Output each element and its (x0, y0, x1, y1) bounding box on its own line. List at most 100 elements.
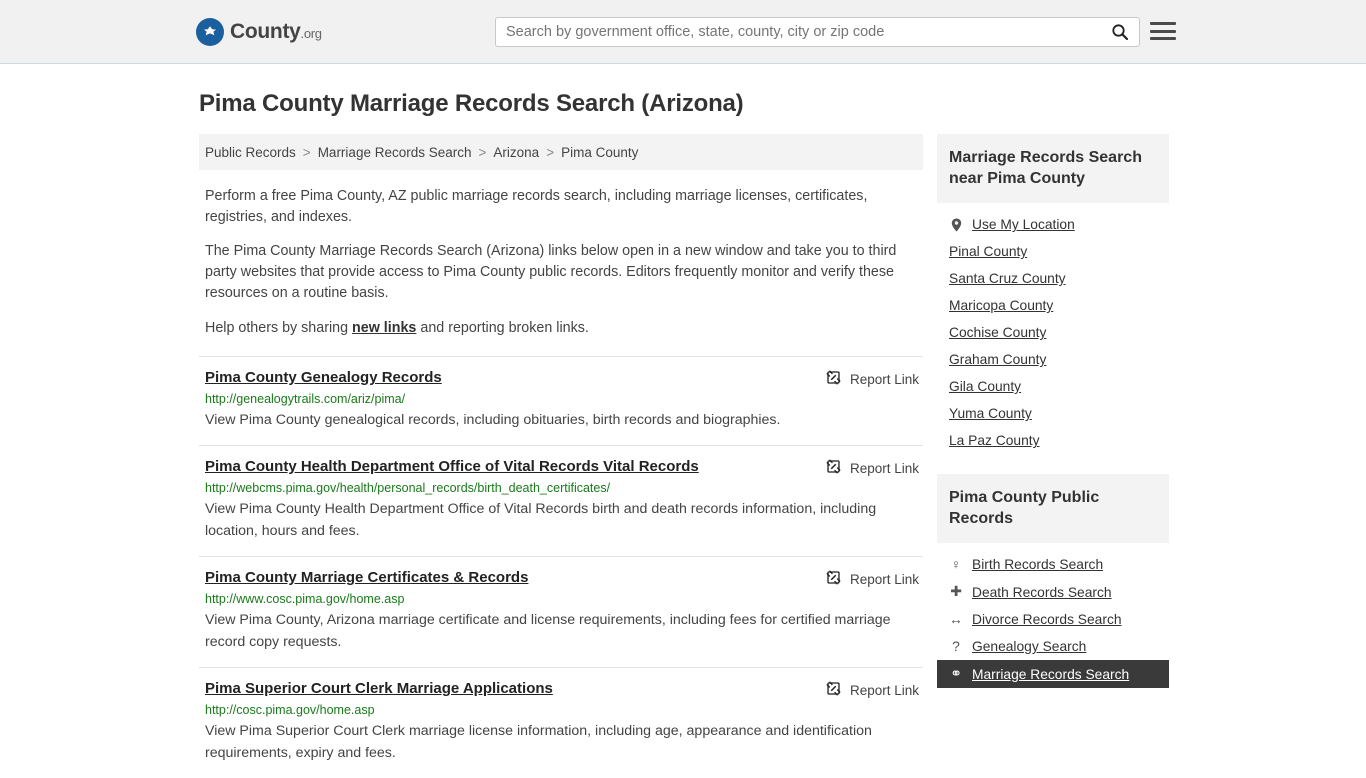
site-header: County.org (0, 0, 1366, 64)
broken-link-icon (825, 458, 842, 478)
result-item: Pima County Health Department Office of … (199, 445, 923, 556)
site-logo[interactable]: County.org (196, 17, 322, 46)
report-link-button[interactable]: Report Link (825, 369, 919, 389)
search-icon (1112, 24, 1129, 41)
sidebar-item-death-records-search[interactable]: ✚ Death Records Search (937, 578, 1169, 606)
broken-link-icon (825, 369, 842, 389)
split-arrow-icon: ↔ (949, 612, 963, 628)
nearby-searches-list: Use My Location Pinal County Santa Cruz … (937, 203, 1169, 458)
result-title-link[interactable]: Pima Superior Court Clerk Marriage Appli… (205, 680, 553, 697)
result-description: View Pima County Health Department Offic… (205, 501, 877, 540)
logo-name: County (230, 19, 301, 43)
result-item: Pima Superior Court Clerk Marriage Appli… (199, 667, 923, 778)
rings-icon: ⚭ (950, 666, 962, 682)
location-pin-icon (949, 218, 963, 232)
sidebar-item-yuma-county[interactable]: Yuma County (937, 400, 1169, 427)
cross-icon: ✚ (950, 584, 962, 600)
result-description: View Pima County genealogical records, i… (205, 412, 781, 429)
broken-link-icon (825, 680, 842, 700)
breadcrumb-item-public-records[interactable]: Public Records (205, 145, 296, 160)
search-bar[interactable] (495, 17, 1140, 47)
breadcrumb: Public Records > Marriage Records Search… (199, 134, 923, 170)
sidebar: Marriage Records Search near Pima County… (937, 134, 1169, 692)
result-description: View Pima County, Arizona marriage certi… (205, 612, 891, 651)
intro-paragraph-2: The Pima County Marriage Records Search … (205, 243, 897, 301)
sidebar-item-label[interactable]: Santa Cruz County (949, 271, 1066, 286)
broken-link-icon (825, 569, 842, 589)
result-list: Pima County Genealogy Records http://gen… (199, 356, 923, 778)
question-mark-icon: ? (952, 639, 960, 655)
result-url[interactable]: http://www.cosc.pima.gov/home.asp (205, 592, 917, 606)
sidebar-item-label[interactable]: Yuma County (949, 406, 1032, 421)
public-records-card: Pima County Public Records ♀ Birth Recor… (937, 474, 1169, 692)
sidebar-item-marriage-records-search[interactable]: ⚭ Marriage Records Search (937, 660, 1169, 689)
sidebar-item-label[interactable]: Maricopa County (949, 298, 1053, 313)
public-records-list: ♀ Birth Records Search ✚ Death Records S… (937, 543, 1169, 692)
result-description: View Pima Superior Court Clerk marriage … (205, 723, 872, 762)
sidebar-item-gila-county[interactable]: Gila County (937, 373, 1169, 400)
page-body: Pima County Marriage Records Search (Ari… (0, 90, 1366, 778)
sidebar-item-la-paz-county[interactable]: La Paz County (937, 427, 1169, 454)
breadcrumb-separator: > (478, 144, 487, 160)
result-url[interactable]: http://genealogytrails.com/ariz/pima/ (205, 392, 917, 406)
sidebar-item-label[interactable]: La Paz County (949, 433, 1040, 448)
report-link-label: Report Link (849, 682, 919, 698)
content-area: Public Records > Marriage Records Search… (199, 134, 1169, 778)
sidebar-item-label[interactable]: Cochise County (949, 325, 1046, 340)
sidebar-item-graham-county[interactable]: Graham County (937, 346, 1169, 373)
logo-suffix: .org (300, 25, 323, 41)
sidebar-item-use-my-location[interactable]: Use My Location (937, 211, 1169, 238)
sidebar-item-label[interactable]: Genealogy Search (972, 639, 1086, 654)
breadcrumb-item-marriage-records-search[interactable]: Marriage Records Search (318, 145, 472, 160)
sidebar-item-cochise-county[interactable]: Cochise County (937, 319, 1169, 346)
report-link-button[interactable]: Report Link (825, 458, 919, 478)
breadcrumb-item-arizona[interactable]: Arizona (493, 145, 539, 160)
sidebar-item-label[interactable]: Death Records Search (972, 585, 1112, 600)
sidebar-item-label[interactable]: Divorce Records Search (972, 612, 1122, 627)
search-button[interactable] (1101, 18, 1139, 46)
result-url[interactable]: http://webcms.pima.gov/health/personal_r… (205, 481, 917, 495)
eagle-seal-icon (196, 17, 224, 46)
sidebar-item-label[interactable]: Marriage Records Search (972, 667, 1129, 682)
logo-text: County.org (230, 20, 322, 44)
sidebar-item-label[interactable]: Pinal County (949, 244, 1027, 259)
sidebar-item-divorce-records-search[interactable]: ↔ Divorce Records Search (937, 606, 1169, 633)
result-item: Pima County Marriage Certificates & Reco… (199, 556, 923, 667)
share-text-after: and reporting broken links. (416, 319, 589, 336)
sidebar-item-label[interactable]: Graham County (949, 352, 1046, 367)
result-title-link[interactable]: Pima County Marriage Certificates & Reco… (205, 569, 528, 586)
sidebar-item-birth-records-search[interactable]: ♀ Birth Records Search (937, 551, 1169, 578)
intro-paragraph-1: Perform a free Pima County, AZ public ma… (205, 188, 868, 225)
result-title-link[interactable]: Pima County Genealogy Records (205, 369, 442, 386)
sidebar-item-label[interactable]: Gila County (949, 379, 1021, 394)
sidebar-item-genealogy-search[interactable]: ? Genealogy Search (937, 633, 1169, 660)
result-title-link[interactable]: Pima County Health Department Office of … (205, 458, 699, 475)
report-link-button[interactable]: Report Link (825, 680, 919, 700)
nearby-searches-heading: Marriage Records Search near Pima County (937, 134, 1169, 204)
sidebar-item-label[interactable]: Birth Records Search (972, 557, 1103, 572)
share-text-before: Help others by sharing (205, 319, 353, 336)
search-input[interactable] (496, 18, 1101, 46)
report-link-label: Report Link (849, 571, 919, 587)
sidebar-item-pinal-county[interactable]: Pinal County (937, 238, 1169, 265)
result-url[interactable]: http://cosc.pima.gov/home.asp (205, 703, 917, 717)
report-link-label: Report Link (849, 460, 919, 476)
sidebar-item-label[interactable]: Use My Location (972, 217, 1075, 232)
page-title: Pima County Marriage Records Search (Ari… (199, 90, 744, 117)
nearby-searches-card: Marriage Records Search near Pima County… (937, 134, 1169, 458)
result-item: Pima County Genealogy Records http://gen… (199, 356, 923, 445)
breadcrumb-separator: > (302, 144, 311, 160)
main-column: Public Records > Marriage Records Search… (199, 134, 923, 778)
public-records-heading: Pima County Public Records (937, 474, 1169, 544)
sidebar-item-santa-cruz-county[interactable]: Santa Cruz County (937, 265, 1169, 292)
breadcrumb-separator: > (546, 144, 555, 160)
breadcrumb-item-pima-county: Pima County (561, 144, 639, 160)
report-link-button[interactable]: Report Link (825, 569, 919, 589)
sidebar-item-maricopa-county[interactable]: Maricopa County (937, 292, 1169, 319)
baby-icon: ♀ (950, 557, 962, 573)
report-link-label: Report Link (849, 371, 919, 387)
new-links-link[interactable]: new links (352, 320, 416, 336)
intro-paragraph-3: Help others by sharing new links and rep… (205, 318, 905, 339)
hamburger-menu-icon[interactable] (1150, 20, 1176, 42)
